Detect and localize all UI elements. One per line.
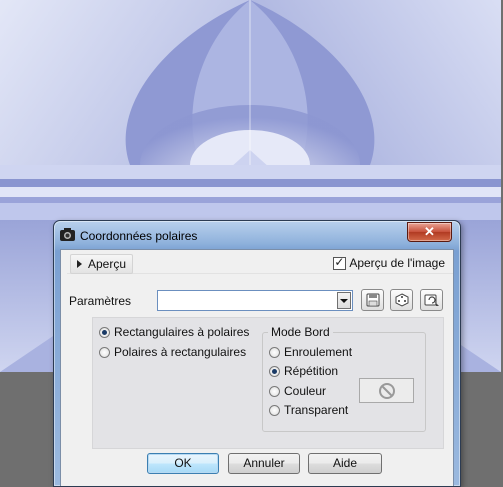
radio-label: Polaires à rectangulaires: [114, 345, 247, 359]
camera-icon: [60, 228, 75, 241]
option-wrap[interactable]: Enroulement: [269, 345, 352, 359]
option-color[interactable]: Couleur: [269, 384, 326, 398]
image-preview-label: Aperçu de l'image: [349, 256, 445, 270]
preset-combobox[interactable]: [157, 290, 353, 311]
option-polar-to-rect[interactable]: Polaires à rectangulaires: [99, 345, 246, 359]
no-color-icon: [378, 382, 395, 399]
radio-polar-to-rect[interactable]: [99, 346, 110, 358]
reset-settings-button[interactable]: [420, 289, 443, 311]
save-preset-icon: [366, 293, 379, 307]
radio-label: Transparent: [284, 403, 349, 417]
preview-toggle[interactable]: Aperçu: [70, 254, 134, 274]
option-transparent[interactable]: Transparent: [269, 403, 348, 417]
edge-mode-title: Mode Bord: [268, 325, 333, 339]
randomize-button[interactable]: [390, 289, 413, 311]
help-button[interactable]: Aide: [308, 453, 382, 474]
reset-settings-icon: [424, 294, 439, 306]
dialog-body: Aperçu ✓ Aperçu de l'image Paramètres Re…: [60, 249, 454, 486]
radio-wrap[interactable]: [269, 346, 280, 358]
radio-transparent[interactable]: [269, 404, 280, 416]
option-repeat[interactable]: Répétition: [269, 364, 338, 378]
radio-label: Répétition: [284, 364, 339, 378]
radio-repeat[interactable]: [269, 365, 280, 377]
checkmark-icon: ✓: [334, 254, 345, 269]
edge-color-swatch[interactable]: [359, 378, 414, 403]
params-label: Paramètres: [69, 294, 132, 308]
preview-bar: Aperçu ✓ Aperçu de l'image: [67, 253, 453, 274]
close-button[interactable]: ✕: [407, 222, 452, 242]
option-rect-to-polar[interactable]: Rectangulaires à polaires: [99, 325, 249, 339]
image-preview-checkbox[interactable]: ✓: [333, 254, 347, 270]
randomize-dice-icon: [395, 293, 408, 307]
close-icon: ✕: [424, 224, 435, 239]
radio-rect-to-polar[interactable]: [99, 326, 110, 338]
radio-label: Couleur: [284, 384, 327, 398]
save-preset-button[interactable]: [361, 289, 384, 311]
preview-toggle-label: Aperçu: [88, 257, 127, 271]
expand-triangle-icon: [77, 260, 82, 268]
cancel-button[interactable]: Annuler: [228, 453, 300, 474]
dialog-titlebar[interactable]: Coordonnées polaires ✕: [54, 221, 460, 249]
radio-label: Enroulement: [284, 345, 353, 359]
radio-label: Rectangulaires à polaires: [114, 325, 250, 339]
radio-color[interactable]: [269, 385, 280, 397]
chevron-down-icon[interactable]: [337, 292, 351, 309]
ok-button[interactable]: OK: [147, 453, 219, 474]
dialog-title: Coordonnées polaires: [80, 229, 198, 243]
polar-coordinates-dialog: Coordonnées polaires ✕ Aperçu ✓ Aperçu d…: [53, 220, 461, 487]
image-preview-option[interactable]: ✓ Aperçu de l'image: [333, 254, 445, 270]
